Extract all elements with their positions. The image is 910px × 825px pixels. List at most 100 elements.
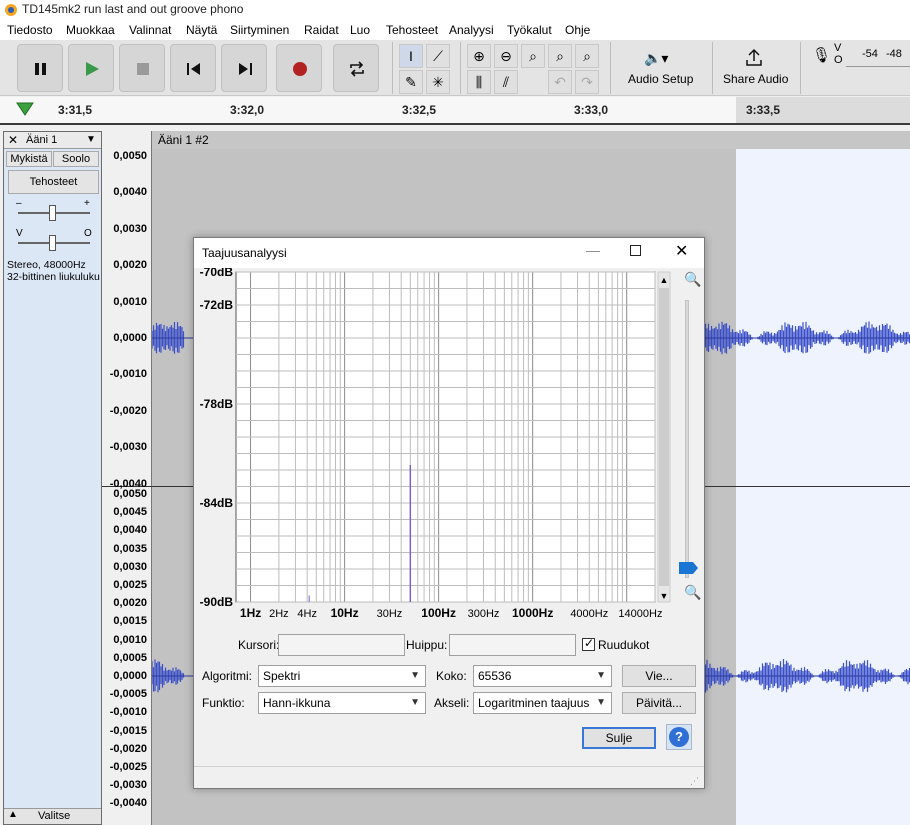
skip-start-icon (187, 63, 200, 75)
size-select[interactable]: 65536 ▼ (473, 665, 612, 687)
record-button[interactable] (276, 44, 322, 92)
audio-setup-button[interactable]: 🔈▾ Audio Setup (620, 44, 704, 92)
fit-selection-button[interactable]: ⌕ (521, 44, 545, 68)
envelope-tool-button[interactable]: ⟋ (426, 44, 450, 68)
minimize-icon[interactable]: — (586, 242, 600, 258)
amplitude-tick-label: 0,0015 (113, 615, 147, 628)
amplitude-tick-label: -0,0010 (109, 706, 147, 719)
resize-grip-icon[interactable]: ⋰ (690, 776, 699, 787)
maximize-icon[interactable] (630, 245, 641, 256)
redo-button[interactable]: ↷ (575, 70, 599, 94)
timeline-tick-label: 3:33,0 (574, 103, 609, 117)
zoom-out-icon[interactable]: 🔍 (684, 584, 701, 601)
record-icon (293, 62, 307, 76)
selection-tool-button[interactable]: I (399, 44, 423, 68)
close-icon[interactable]: ✕ (675, 241, 688, 261)
frequency-analysis-dialog: Taajuusanalyysi — ✕ -70dB -72dB -78dB -84dB… (193, 237, 705, 789)
checkmark-icon: ✓ (584, 636, 595, 650)
loop-button[interactable] (333, 44, 379, 92)
draw-tool-button[interactable]: ✎ (399, 70, 423, 94)
share-audio-button[interactable]: Share Audio (718, 44, 792, 92)
axis-select[interactable]: Logaritminen taajuus ▼ (473, 692, 612, 714)
amplitude-tick-label: 0,0050 (113, 488, 147, 500)
undo-button[interactable]: ↶ (548, 70, 572, 94)
multi-tool-button[interactable]: ✳ (426, 70, 450, 94)
stop-icon (137, 63, 149, 75)
select-track-button[interactable]: ▲ Valitse (4, 808, 101, 824)
grid-checkbox[interactable]: ✓ (582, 636, 595, 651)
loop-icon (350, 61, 364, 77)
menu-analyze[interactable]: Analyysi (449, 23, 494, 37)
zoom-out-button[interactable]: ⊖ (494, 44, 518, 68)
x-tick-label: 1Hz (240, 606, 261, 618)
amplitude-tick-label: -0,0020 (109, 742, 147, 755)
zoom-toggle-icon: ⌕ (583, 48, 591, 64)
effects-button[interactable]: Tehosteet (8, 170, 99, 194)
zoom-slider-track[interactable] (685, 300, 689, 578)
skip-start-button[interactable] (170, 44, 216, 92)
skip-end-button[interactable] (221, 44, 267, 92)
amplitude-ruler[interactable]: 0,0050 0,0040 0,0030 0,0020 0,0010 0,0000 -0,0… (102, 131, 152, 825)
chevron-down-icon[interactable]: ▼ (86, 134, 96, 145)
amplitude-tick-label: -0,0025 (109, 761, 147, 773)
pan-right-label: O (84, 228, 92, 239)
skip-end-icon (239, 63, 252, 75)
zoom-slider-thumb[interactable] (679, 562, 699, 574)
help-button[interactable]: ? (666, 724, 692, 750)
export-button[interactable]: Vie... (622, 665, 696, 687)
menu-tools[interactable]: Työkalut (507, 23, 552, 37)
play-button[interactable] (68, 44, 114, 92)
zoom-toggle-button[interactable]: ⌕ (575, 44, 599, 68)
silence-button[interactable]: ⫽ (494, 70, 518, 94)
function-select[interactable]: Hann-ikkuna ▼ (258, 692, 426, 714)
track-header: ✕ Ääni 1 ▼ (4, 132, 101, 149)
amplitude-tick-label: -0,0030 (109, 441, 147, 454)
speaker-icon: 🔈▾ (644, 50, 669, 66)
algorithm-label: Algoritmi: (202, 669, 253, 683)
track-name-menu[interactable]: Ääni 1 (26, 134, 57, 146)
pan-slider-thumb[interactable] (49, 235, 56, 251)
menu-file[interactable]: Tiedosto (7, 23, 53, 37)
menu-select[interactable]: Valinnat (129, 23, 171, 37)
timeline-ruler[interactable]: 3:31,5 3:32,0 3:32,5 3:33,0 3:33,5 (0, 97, 910, 125)
trim-button[interactable]: ⫼ (467, 70, 491, 94)
amplitude-tick-label: 0,0000 (113, 670, 147, 682)
close-dialog-button[interactable]: Sulje (582, 727, 656, 749)
amplitude-tick-label: -0,0040 (109, 797, 147, 810)
track-close-icon[interactable]: ✕ (8, 133, 18, 147)
menu-edit[interactable]: Muokkaa (66, 23, 115, 37)
menu-tracks[interactable]: Raidat (304, 23, 339, 37)
algorithm-select[interactable]: Spektri ▼ (258, 665, 426, 687)
amplitude-tick-label: 0,0000 (113, 332, 147, 344)
zoom-in-icon[interactable]: 🔍 (684, 271, 701, 288)
axis-value: Logaritminen taajuus (478, 696, 590, 710)
menu-bar: Tiedosto Muokkaa Valinnat Näytä Siirtymi… (0, 20, 910, 40)
gain-slider-thumb[interactable] (49, 205, 56, 221)
menu-help[interactable]: Ohje (565, 23, 590, 37)
x-tick-label: 10Hz (331, 606, 359, 618)
cursor-value-field (278, 634, 405, 656)
y-tick-label: -70dB (200, 268, 234, 279)
timeline-tick-label: 3:31,5 (58, 103, 93, 117)
time-selection[interactable] (736, 149, 910, 825)
stop-button[interactable] (119, 44, 165, 92)
y-tick-label: -78dB (200, 397, 234, 411)
menu-view[interactable]: Näytä (186, 23, 217, 37)
dialog-title-bar: Taajuusanalyysi — ✕ (194, 238, 704, 268)
pause-button[interactable] (17, 44, 63, 92)
menu-effect[interactable]: Tehosteet (386, 23, 438, 37)
menu-transport[interactable]: Siirtyminen (230, 23, 289, 37)
zoom-in-button[interactable]: ⊕ (467, 44, 491, 68)
menu-generate[interactable]: Luo (350, 23, 370, 37)
fit-project-button[interactable]: ⌕ (548, 44, 572, 68)
solo-button[interactable]: Soolo (53, 151, 99, 167)
chevron-down-icon: ▼ (410, 697, 420, 708)
toolbar-separator (712, 42, 713, 94)
refresh-button[interactable]: Päivitä... (622, 692, 696, 714)
peak-value-field (449, 634, 576, 656)
meter-tick: -54 (862, 48, 878, 60)
clip-title-bar[interactable]: Ääni 1 #2 (152, 131, 910, 149)
mute-button[interactable]: Mykistä (6, 151, 52, 167)
microphone-icon[interactable]: 🎙 (812, 46, 831, 64)
recording-meter[interactable] (846, 66, 910, 67)
